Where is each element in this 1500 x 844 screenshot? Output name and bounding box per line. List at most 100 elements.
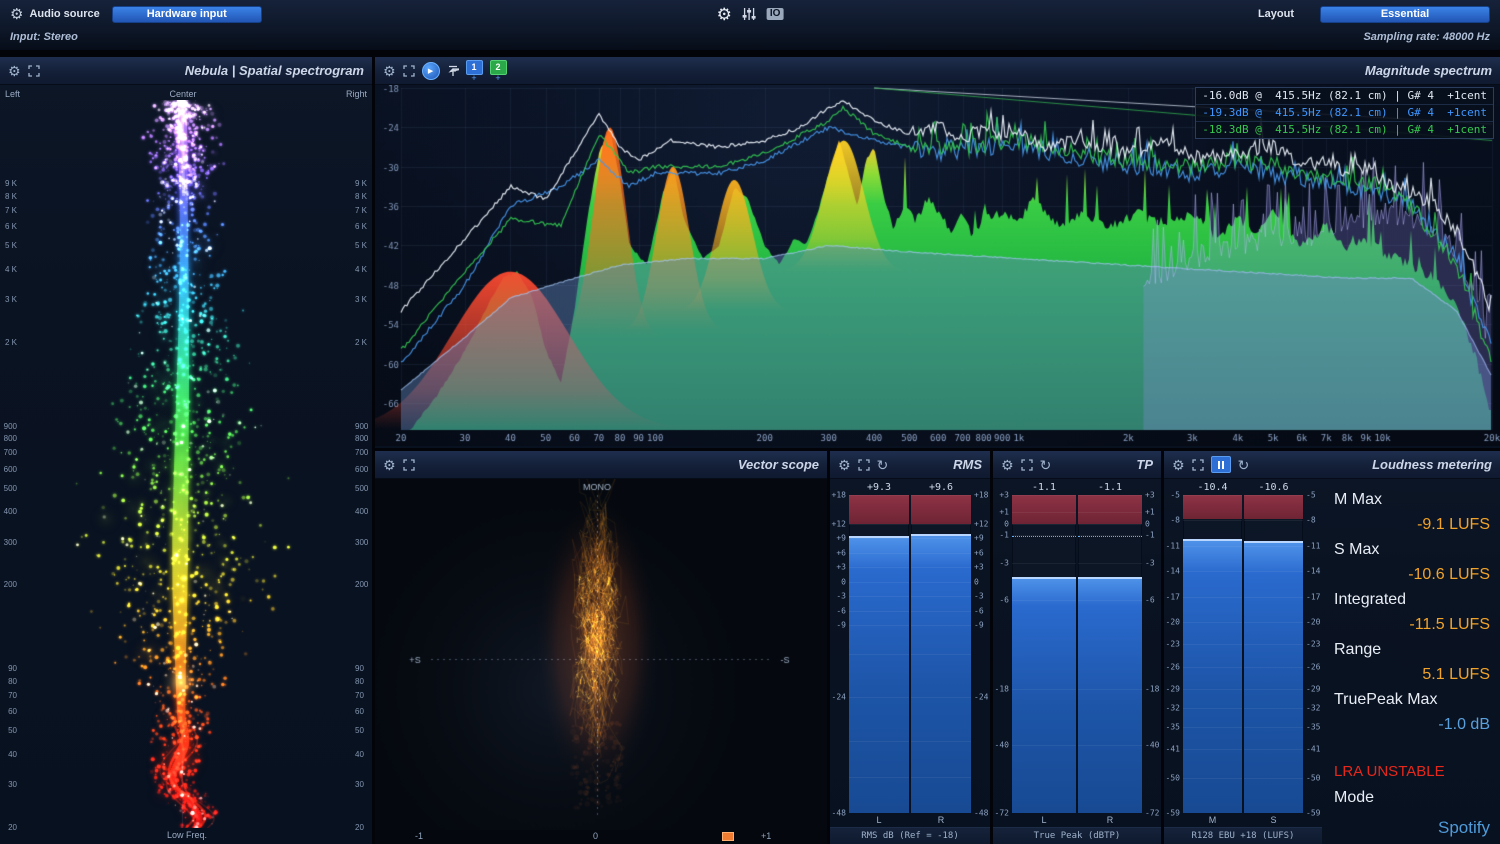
audio-source-gear-icon[interactable]: ⚙ [10, 7, 23, 22]
sampling-rate: Sampling rate: 48000 Hz [1363, 31, 1490, 43]
tp-bar-right [1078, 495, 1142, 813]
tp-footer: True Peak (dBTP) [993, 827, 1161, 844]
essential-layout-button[interactable]: Essential [1320, 6, 1490, 23]
loudness-readout: M Max -9.1 LUFS S Max -10.6 LUFS Integra… [1322, 479, 1500, 844]
vector-scope-panel: ⚙ Vector scope -1 0 +1 [375, 451, 827, 844]
tp-header: ⚙ ↻ TP [993, 451, 1161, 479]
panel-title: TP [1136, 457, 1153, 472]
rms-value-right: +9.6 [910, 482, 972, 493]
correlation-marker [722, 832, 734, 841]
mixer-sliders-icon[interactable] [742, 7, 757, 21]
reset-icon[interactable]: ↻ [1040, 458, 1052, 472]
truepeak-max-value: -1.0 dB [1334, 712, 1490, 737]
settings-gear-icon[interactable]: ⚙ [717, 6, 732, 23]
panel-title: Vector scope [738, 457, 819, 472]
tp-channel-labels: L R [993, 813, 1161, 827]
truepeak-max-label: TruePeak Max [1334, 687, 1490, 712]
rms-meter-body: +18+12+9+6+30-3-6-9-24-48 +18+12+9+6+30-… [830, 495, 990, 813]
spectrum-header: ⚙ ▶ 1 + 2 + Magnitude spectrum [375, 57, 1500, 85]
loudness-body: -10.4 -10.6 -5-8-11-14-17-20-23-26-29-32… [1164, 479, 1500, 844]
gear-icon[interactable]: ⚙ [1001, 458, 1014, 472]
nebula-header: ⚙ Nebula | Spatial spectrogram [0, 57, 372, 85]
integrated-label: Integrated [1334, 587, 1490, 612]
fullscreen-icon[interactable] [1021, 459, 1033, 471]
tp-value-left: -1.1 [1011, 482, 1077, 493]
fullscreen-icon[interactable] [1192, 459, 1204, 471]
rms-meter-panel: ⚙ ↻ RMS +9.3 +9.6 +18+12+9+6+30-3-6-9-24… [830, 451, 990, 844]
true-peak-meter-panel: ⚙ ↻ TP -1.1 -1.1 +3+10-1-3-6-18-40-72 +3… [993, 451, 1161, 844]
tp-scale-left: +3+10-1-3-6-18-40-72 [993, 495, 1011, 813]
range-value: 5.1 LUFS [1334, 662, 1490, 687]
rms-scale-left: +18+12+9+6+30-3-6-9-24-48 [830, 495, 848, 813]
rms-channel-labels: L R [830, 813, 990, 827]
io-icon[interactable]: IO [767, 8, 784, 20]
mode-label[interactable]: Mode [1334, 785, 1490, 811]
readout-row-snapshot1: -19.3dB @ 415.5Hz (82.1 cm) | G# 4 +1cen… [1196, 104, 1493, 121]
m-max-label: M Max [1334, 487, 1490, 512]
rms-bar-left [849, 495, 909, 813]
loudness-meter-body: -5-8-11-14-17-20-23-26-29-32-35-41-50-59… [1164, 495, 1322, 813]
rms-peak-values: +9.3 +9.6 [830, 479, 990, 495]
spatial-spectrogram-panel: ⚙ Nebula | Spatial spectrogram Left Cent… [0, 57, 372, 844]
spectrum-plot-canvas [375, 85, 1500, 446]
vscope-header: ⚙ Vector scope [375, 451, 827, 479]
panel-title: Loudness metering [1372, 457, 1492, 472]
gear-icon[interactable]: ⚙ [838, 458, 851, 472]
fullscreen-icon[interactable] [858, 459, 870, 471]
freeze-top-icon[interactable] [447, 65, 459, 77]
input-status: Input: Stereo [10, 31, 78, 43]
s-max-value: -10.6 LUFS [1334, 562, 1490, 587]
gear-icon[interactable]: ⚙ [383, 458, 396, 472]
gear-icon[interactable]: ⚙ [383, 64, 396, 78]
loudness-value-s: -10.6 [1243, 482, 1304, 493]
loudness-header: ⚙ ↻ Loudness metering [1164, 451, 1500, 479]
channel-m-label: M [1182, 815, 1243, 825]
topbar-center-controls: ⚙ IO [717, 6, 784, 23]
fullscreen-icon[interactable] [28, 65, 40, 77]
pause-button[interactable] [1211, 456, 1231, 473]
live-play-button[interactable]: ▶ [422, 62, 440, 80]
low-freq-label: Low Freq. [167, 830, 207, 840]
magnitude-spectrum-panel: ⚙ ▶ 1 + 2 + Magnitude spectrum -16.0dB @… [375, 57, 1500, 448]
correlation-min-label: -1 [415, 831, 423, 841]
loudness-bar-s [1244, 495, 1303, 813]
snapshot-2-add-icon[interactable]: + [495, 75, 500, 82]
readout-row-main: -16.0dB @ 415.5Hz (82.1 cm) | G# 4 +1cen… [1196, 88, 1493, 104]
fullscreen-icon[interactable] [403, 459, 415, 471]
loudness-channel-labels: M S [1164, 813, 1322, 827]
fullscreen-icon[interactable] [403, 65, 415, 77]
rms-value-left: +9.3 [848, 482, 910, 493]
frequency-scale-left: 9 K8 K7 K6 K5 K4 K3 K2 K9008007006005004… [0, 57, 20, 844]
rms-header: ⚙ ↻ RMS [830, 451, 990, 479]
mode-preset[interactable]: Spotify [1334, 818, 1490, 840]
tp-value-right: -1.1 [1077, 482, 1143, 493]
hardware-input-button[interactable]: Hardware input [112, 6, 262, 23]
loudness-scale-right: -5-8-11-14-17-20-23-26-29-32-35-41-50-59 [1304, 495, 1322, 813]
loudness-bar-m [1183, 495, 1242, 813]
rms-bar-right [911, 495, 971, 813]
panel-title: RMS [953, 457, 982, 472]
layout-label: Layout [1258, 8, 1294, 20]
readout-row-snapshot2: -18.3dB @ 415.5Hz (82.1 cm) | G# 4 +1cen… [1196, 121, 1493, 138]
integrated-value: -11.5 LUFS [1334, 612, 1490, 637]
reset-icon[interactable]: ↻ [1238, 458, 1250, 472]
tp-meter-body: +3+10-1-3-6-18-40-72 +3+10-1-3-6-18-40-7… [993, 495, 1161, 813]
lra-status: LRA UNSTABLE [1334, 759, 1490, 785]
rms-scale-right: +18+12+9+6+30-3-6-9-24-48 [972, 495, 990, 813]
tp-bar-left [1012, 495, 1076, 813]
frequency-scale-right: 9 K8 K7 K6 K5 K4 K3 K2 K9008007006005004… [352, 57, 372, 844]
channel-l-label: L [1011, 815, 1077, 825]
spatial-spectrogram-canvas [22, 100, 352, 828]
snapshot-1-add-icon[interactable]: + [471, 75, 476, 82]
reset-icon[interactable]: ↻ [877, 458, 889, 472]
rms-footer: RMS dB (Ref = -18) [830, 827, 990, 844]
topbar-right-controls: Layout Essential [1252, 6, 1490, 23]
loudness-scale-left: -5-8-11-14-17-20-23-26-29-32-35-41-50-59 [1164, 495, 1182, 813]
loudness-values: -10.4 -10.6 [1164, 479, 1322, 495]
snapshot-2-control: 2 + [490, 60, 507, 82]
correlation-max-label: +1 [761, 831, 771, 841]
gear-icon[interactable]: ⚙ [1172, 458, 1185, 472]
loudness-value-m: -10.4 [1182, 482, 1243, 493]
center-label: Center [169, 89, 196, 99]
range-label: Range [1334, 637, 1490, 662]
